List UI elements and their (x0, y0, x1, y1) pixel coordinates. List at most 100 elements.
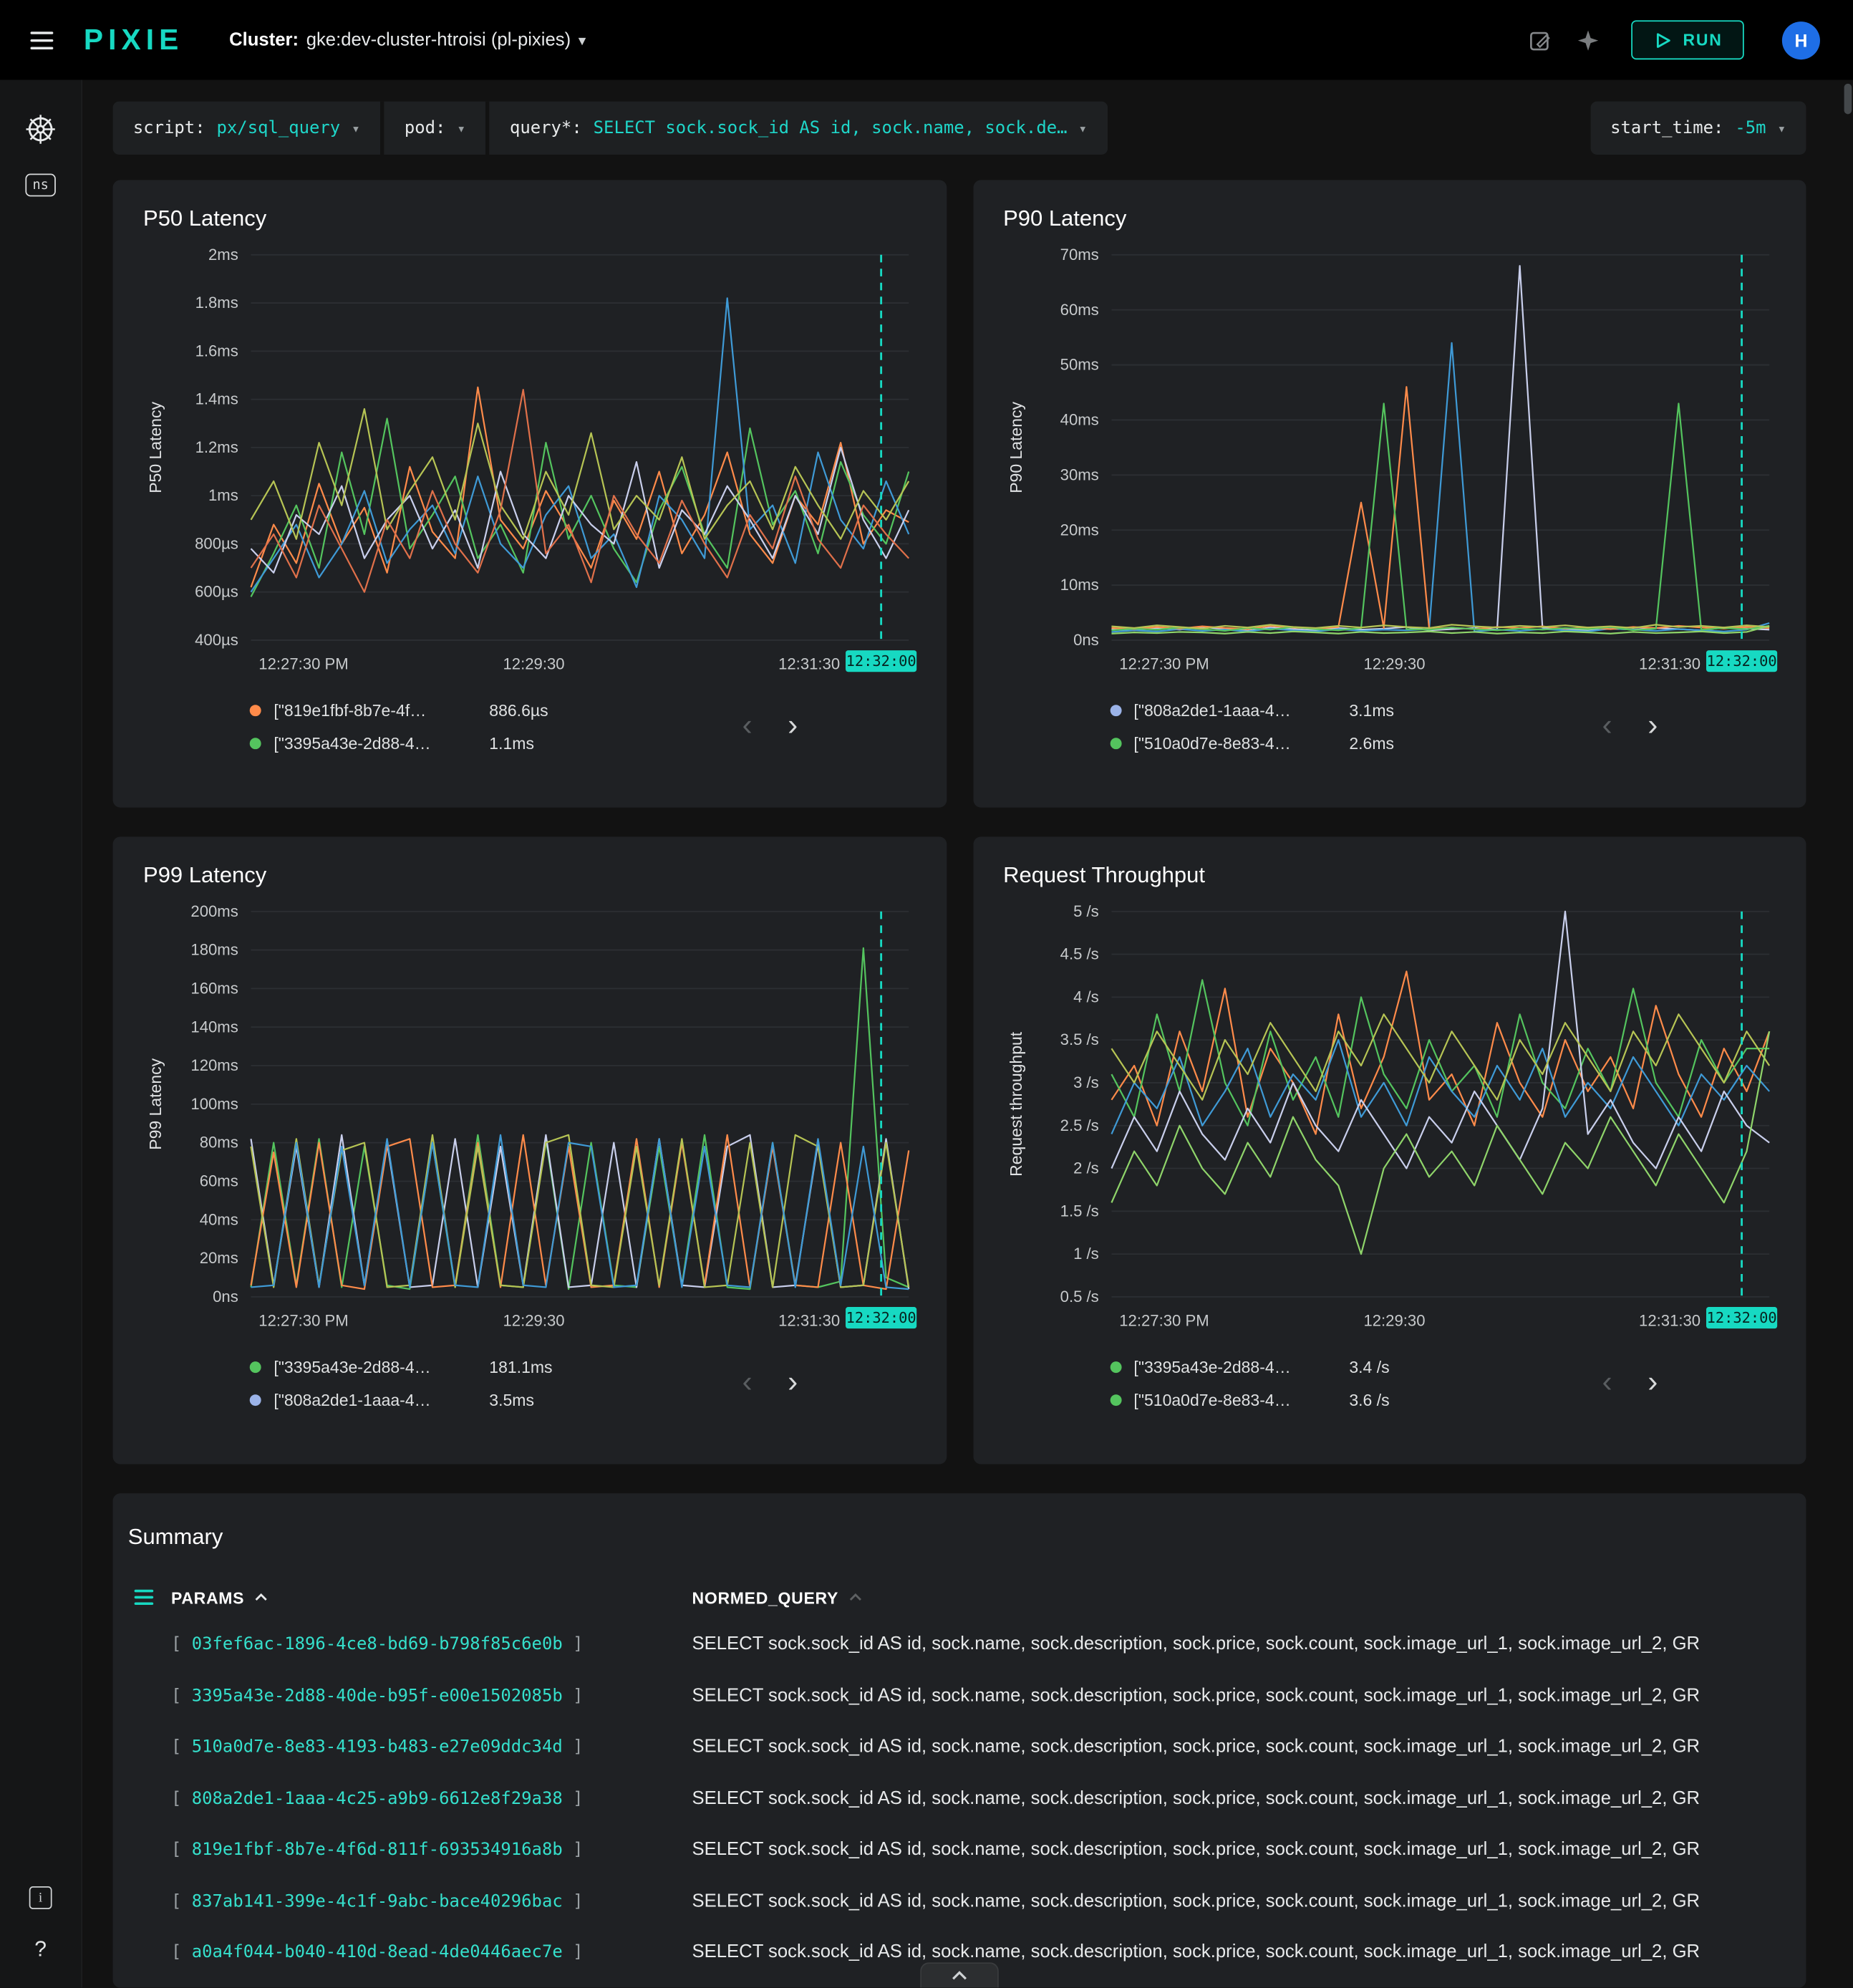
params-cell: [ 819e1fbf-8b7e-4f6d-811f-693534916a8b ] (170, 1839, 584, 1861)
legend-item[interactable]: ["808a2de1-1aaa-4… 3.1ms (1109, 693, 1395, 726)
chevron-down-icon: ▾ (352, 120, 360, 137)
start-time-selector[interactable]: start_time: -5m ▾ (1590, 101, 1806, 155)
chevron-down-icon: ▾ (1777, 120, 1786, 137)
run-button[interactable]: RUN (1630, 20, 1744, 60)
legend-value: 3.1ms (1349, 700, 1395, 720)
svg-text:1ms: 1ms (208, 486, 238, 504)
cluster-value: gke:dev-cluster-htroisi (pl-pixies) (306, 29, 571, 50)
svg-text:0.5 /s: 0.5 /s (1060, 1288, 1098, 1306)
table-header: PARAMS NORMED_QUERY (113, 1576, 1806, 1618)
table-menu-icon (134, 1589, 154, 1606)
chevron-down-icon: ▾ (1078, 120, 1088, 137)
column-header-normed-query[interactable]: NORMED_QUERY (692, 1588, 863, 1607)
legend-item[interactable]: ["819e1fbf-8b7e-4f… 886.6µs (249, 693, 548, 726)
pod-selector[interactable]: pod: ▾ (384, 101, 490, 155)
play-icon (1656, 32, 1670, 48)
chevron-down-icon: ▾ (578, 31, 586, 49)
table-menu-button[interactable] (134, 1589, 171, 1606)
svg-text:60ms: 60ms (1060, 301, 1098, 319)
legend-item[interactable]: ["510a0d7e-8e83-4… 2.6ms (1109, 726, 1395, 759)
script-value: px/sql_query (216, 117, 341, 138)
params-header-label: PARAMS (170, 1588, 245, 1607)
script-toolbar: script: px/sql_query ▾ pod: ▾ query*: SE… (112, 101, 1806, 155)
menu-button[interactable] (30, 31, 54, 49)
summary-title: Summary (127, 1523, 223, 1550)
svg-text:12:32:00: 12:32:00 (1706, 1309, 1776, 1326)
legend-item[interactable]: ["3395a43e-2d88-4… 1.1ms (249, 726, 548, 759)
chevron-up-icon (952, 1971, 967, 1980)
table-row[interactable]: [ 808a2de1-1aaa-4c25-a9b9-6612e8f29a38 ]… (113, 1773, 1806, 1825)
avatar[interactable]: H (1781, 21, 1820, 59)
legend-next-button[interactable]: › (1636, 708, 1669, 746)
series-color-dot (1109, 737, 1121, 749)
pixie-logo[interactable]: PIXIE (84, 23, 184, 57)
info-button[interactable]: i (29, 1886, 52, 1909)
table-row[interactable]: [ 3395a43e-2d88-40de-b95f-e00e1502085b ]… (113, 1670, 1806, 1722)
params-cell: [ a0a4f044-b040-410d-8ead-4de0446aec7e ] (170, 1942, 584, 1963)
svg-text:80ms: 80ms (200, 1134, 238, 1152)
help-button[interactable]: ? (34, 1937, 47, 1962)
series-color-dot (249, 1394, 261, 1406)
svg-text:P50 Latency: P50 Latency (146, 401, 165, 493)
svg-text:120ms: 120ms (190, 1056, 238, 1074)
svg-text:1.8ms: 1.8ms (195, 294, 238, 312)
svg-text:200ms: 200ms (190, 902, 238, 920)
series-color-dot (1109, 704, 1121, 716)
table-row[interactable]: [ 510a0d7e-8e83-4193-b483-e27e09ddc34d ]… (113, 1722, 1806, 1773)
cluster-nav-button[interactable] (24, 113, 57, 146)
legend-prev-button[interactable]: ‹ (731, 708, 764, 746)
legend-next-button[interactable]: › (1636, 1364, 1669, 1402)
svg-text:160ms: 160ms (190, 979, 238, 997)
normed-query-cell: SELECT sock.sock_id AS id, sock.name, so… (692, 1737, 1700, 1757)
legend-label: ["3395a43e-2d88-4… (1133, 1356, 1291, 1376)
series-color-dot (249, 1361, 261, 1373)
sidebar: ns i ? (0, 79, 83, 1988)
legend-label: ["819e1fbf-8b7e-4f… (274, 700, 427, 720)
legend-item[interactable]: ["3395a43e-2d88-4… 3.4 /s (1109, 1350, 1390, 1383)
normed-query-cell: SELECT sock.sock_id AS id, sock.name, so… (692, 1839, 1700, 1861)
legend-next-button[interactable]: › (776, 1364, 809, 1402)
p90-latency-chart[interactable]: 70ms 60ms 50ms 40ms 30ms 20ms 10ms 0ns 12:27:30 … (988, 237, 1791, 683)
svg-text:12:32:00: 12:32:00 (846, 652, 916, 670)
column-header-params[interactable]: PARAMS (171, 1588, 692, 1607)
normed-query-cell: SELECT sock.sock_id AS id, sock.name, so… (692, 1634, 1700, 1655)
legend-item[interactable]: ["3395a43e-2d88-4… 181.1ms (249, 1350, 553, 1383)
svg-text:12:29:30: 12:29:30 (503, 655, 565, 673)
legend-prev-button[interactable]: ‹ (1591, 708, 1624, 746)
table-row[interactable]: [ 03fef6ac-1896-4ce8-bd69-b798f85c6e0b ]… (113, 1619, 1806, 1671)
legend-prev-button[interactable]: ‹ (1591, 1364, 1624, 1402)
svg-text:3 /s: 3 /s (1073, 1073, 1098, 1091)
widgets-button[interactable] (1577, 29, 1598, 50)
svg-text:4.5 /s: 4.5 /s (1060, 945, 1098, 963)
scrollbar[interactable] (1844, 83, 1852, 115)
run-label: RUN (1683, 30, 1723, 50)
svg-text:20ms: 20ms (200, 1249, 238, 1267)
table-row[interactable]: [ 837ab141-399e-4c1f-9abc-bace40296bac ]… (113, 1876, 1806, 1927)
p50-latency-chart[interactable]: 2ms 1.8ms 1.6ms 1.4ms 1.2ms 1ms 800µs 600µs 400µ… (128, 237, 931, 683)
normed-query-cell: SELECT sock.sock_id AS id, sock.name, so… (692, 1788, 1700, 1809)
legend-value: 3.6 /s (1349, 1389, 1390, 1409)
cluster-selector[interactable]: Cluster: gke:dev-cluster-htroisi (pl-pix… (229, 30, 586, 50)
table-row[interactable]: [ 819e1fbf-8b7e-4f6d-811f-693534916a8b ]… (113, 1824, 1806, 1876)
script-selector[interactable]: script: px/sql_query ▾ (112, 101, 384, 155)
legend-item[interactable]: ["808a2de1-1aaa-4… 3.5ms (249, 1383, 553, 1416)
legend-value: 3.4 /s (1349, 1356, 1390, 1376)
svg-text:12:32:00: 12:32:00 (846, 1309, 916, 1326)
script-label: script: (132, 117, 205, 138)
request-throughput-chart[interactable]: 5 /s 4.5 /s 4 /s 3.5 /s 3 /s 2.5 /s 2 /s 1.5 /s… (988, 894, 1791, 1340)
legend-value: 2.6ms (1349, 733, 1395, 753)
svg-text:60ms: 60ms (200, 1172, 238, 1190)
chart-panel-request-throughput: Request Throughput 5 /s 4.5 /s 4 /s 3.5 /s 3… (972, 836, 1806, 1465)
legend-item[interactable]: ["510a0d7e-8e83-4… 3.6 /s (1109, 1383, 1390, 1416)
svg-text:30ms: 30ms (1060, 465, 1098, 483)
legend-prev-button[interactable]: ‹ (731, 1364, 764, 1402)
drawer-expand-button[interactable] (920, 1962, 999, 1988)
namespaces-nav-button[interactable]: ns (24, 173, 57, 197)
edit-script-button[interactable] (1527, 27, 1552, 52)
svg-text:0ns: 0ns (1073, 631, 1098, 649)
query-selector[interactable]: query*: SELECT sock.sock_id AS id, sock.… (489, 101, 1108, 155)
normed-query-cell: SELECT sock.sock_id AS id, sock.name, so… (692, 1891, 1700, 1911)
svg-text:20ms: 20ms (1060, 521, 1098, 539)
p99-latency-chart[interactable]: 200ms 180ms 160ms 140ms 120ms 100ms 80ms 60ms 40… (128, 894, 931, 1340)
legend-next-button[interactable]: › (776, 708, 809, 746)
